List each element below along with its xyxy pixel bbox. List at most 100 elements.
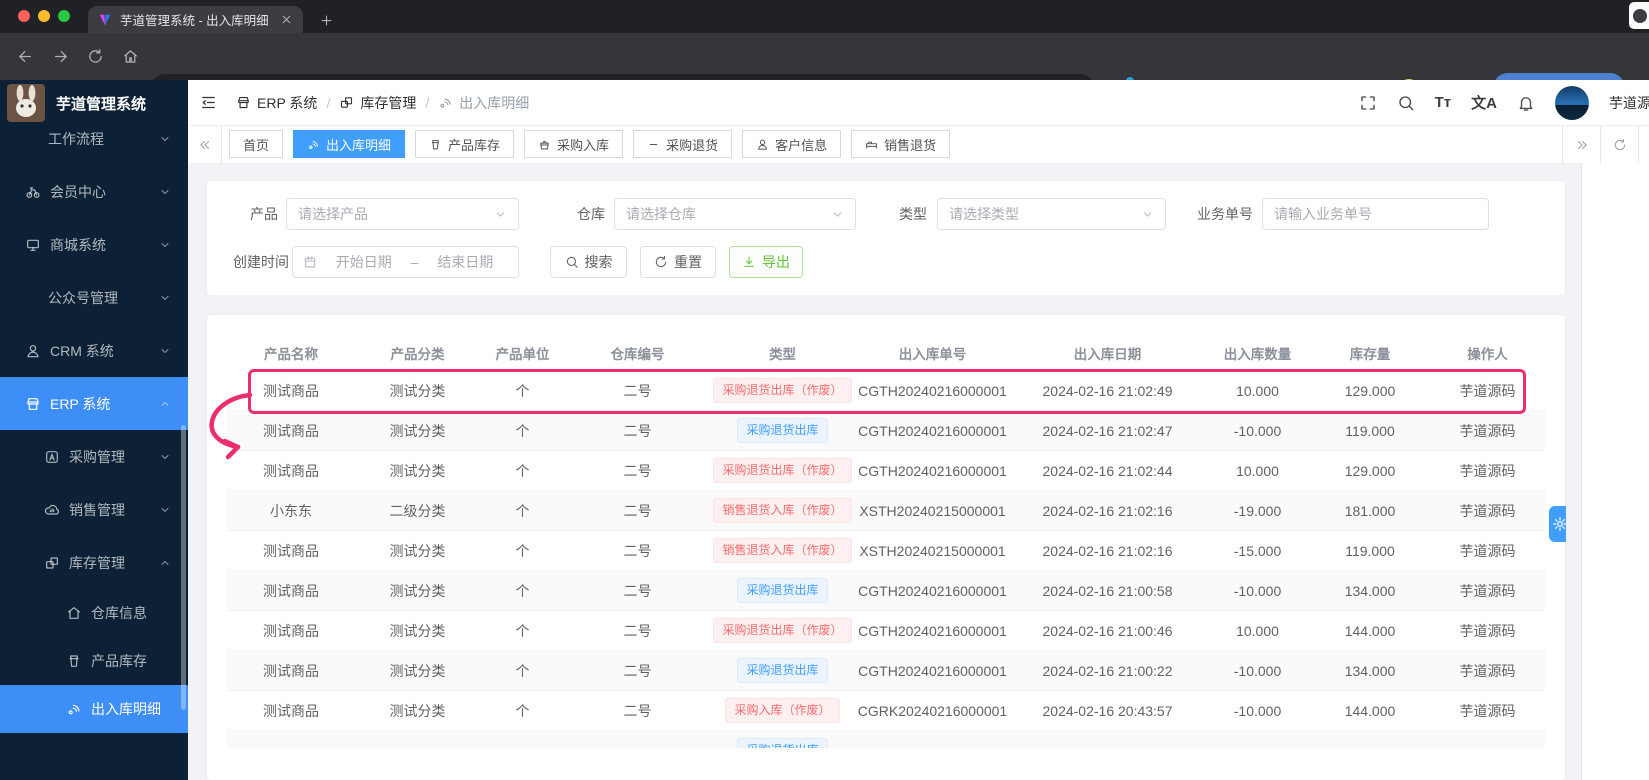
tab-sales-return[interactable]: 销售退货 xyxy=(851,130,951,158)
chevron-down-icon xyxy=(159,186,171,198)
tab-stock-record[interactable]: 出入库明细 xyxy=(293,130,406,158)
tags-refresh-button[interactable] xyxy=(1600,126,1638,163)
table-row: 测试商品 测试分类 个 二号 采购退货出库 CGTH20240216000001 2024-… xyxy=(227,651,1545,691)
chevron-down-icon xyxy=(159,239,171,251)
cell-warehouse: 二号 xyxy=(623,702,652,719)
cell-date: 2024-02-16 21:00:46 xyxy=(1042,622,1173,639)
warehouse-select[interactable]: 请选择仓库 xyxy=(614,198,856,230)
minus-icon xyxy=(647,138,660,151)
column-header: 操作人 xyxy=(1467,347,1508,362)
filter-card: 产品 请选择产品 仓库 请选择仓库 类型 请选择类型 业务单号 请输入业务单号 … xyxy=(207,181,1565,295)
bizno-input[interactable]: 请输入业务单号 xyxy=(1262,198,1489,230)
date-range-input[interactable]: 开始日期 – 结束日期 xyxy=(292,246,519,278)
cell-operator: 芋道源码 xyxy=(1459,582,1516,599)
sidebar-item-crm-system[interactable]: CRM 系统 xyxy=(0,324,188,377)
breadcrumb-stock[interactable]: 库存管理 xyxy=(339,93,416,113)
tab-purchase-return[interactable]: 采购退货 xyxy=(633,130,733,158)
cell-type: 采购退货出库（作废） xyxy=(710,458,855,483)
sidebar-item-sales-manage[interactable]: 销售管理 xyxy=(0,483,188,536)
sidebar-item-warehouse-info[interactable]: 仓库信息 xyxy=(0,589,188,637)
cell-unit: 个 xyxy=(515,662,530,679)
cell-date: 2024-02-16 21:00:58 xyxy=(1042,582,1173,599)
cell-stock: 129.000 xyxy=(1344,382,1396,399)
tab-label: 首页 xyxy=(243,137,270,153)
back-button[interactable] xyxy=(10,42,40,72)
breadcrumb-erp[interactable]: ERP 系统 xyxy=(236,93,317,113)
tab-home[interactable]: 首页 xyxy=(229,130,284,158)
new-tab-button[interactable] xyxy=(315,9,337,31)
table-row: 测试商品 测试分类 个 二号 采购退货出库 CGTH20240216000001 2024-… xyxy=(227,571,1545,611)
sidebar-scrollbar[interactable] xyxy=(181,425,186,710)
tags-scroll-right-button[interactable] xyxy=(1562,126,1600,163)
tags-scroll-left-button[interactable] xyxy=(188,126,222,163)
user-avatar[interactable] xyxy=(1555,85,1589,120)
app-frame: 芋道管理系统 工作流程 会员中心 商城系统 公众号管理 CRM 系统 ERP 系统 采购管理… xyxy=(0,80,1649,780)
notification-bell-icon[interactable] xyxy=(1517,94,1535,112)
tab-customer-info[interactable]: 客户信息 xyxy=(742,130,842,158)
cell-stock: 134.000 xyxy=(1344,582,1396,599)
product-select[interactable]: 请选择产品 xyxy=(286,198,519,230)
type-select[interactable]: 请选择类型 xyxy=(937,198,1166,230)
double-chevron-right-icon xyxy=(1575,138,1589,152)
column-header: 仓库编号 xyxy=(610,347,665,362)
tags-list: 首页 出入库明细 产品库存 采购入库 采购退货 客户信息 销售退货 xyxy=(229,130,951,158)
sidebar-item-purchase-manage[interactable]: 采购管理 xyxy=(0,430,188,483)
cell-warehouse: 二号 xyxy=(623,382,652,399)
sidebar-item-label: 销售管理 xyxy=(69,501,125,518)
cell-qty: -15.000 xyxy=(1233,542,1282,559)
reset-button[interactable]: 重置 xyxy=(640,246,716,278)
cell-category: 测试分类 xyxy=(389,702,446,719)
member-icon xyxy=(25,184,41,200)
browser-tab[interactable]: 芋道管理系统 - 出入库明细 xyxy=(88,6,303,33)
sidebar-item-product-stock[interactable]: 产品库存 xyxy=(0,637,188,685)
cell-date: 2024-02-16 21:02:16 xyxy=(1042,502,1173,519)
tags-menu-button[interactable] xyxy=(1638,126,1649,163)
cell-stock: 144.000 xyxy=(1344,702,1396,719)
table-row: 测试商品 测试分类 个 二号 采购入库（作废） CGRK20240216000001 202… xyxy=(227,691,1545,731)
home-button[interactable] xyxy=(115,42,145,72)
sidebar-item-erp-system[interactable]: ERP 系统 xyxy=(0,377,188,430)
cell-date: 2024-02-16 21:02:16 xyxy=(1042,542,1173,559)
sidebar-item-mall-system[interactable]: 商城系统 xyxy=(0,218,188,271)
theme-settings-button[interactable] xyxy=(1549,506,1566,542)
close-tab-icon[interactable] xyxy=(280,13,293,26)
chevron-down-icon xyxy=(159,292,171,304)
signal-icon xyxy=(438,95,453,110)
cell-product: 测试商品 xyxy=(263,702,319,719)
collapse-sidebar-button[interactable] xyxy=(188,94,228,111)
column-header: 出入库日期 xyxy=(1073,347,1142,362)
cell-operator: 芋道源码 xyxy=(1459,622,1516,639)
zoom-window-button[interactable] xyxy=(58,10,70,22)
table-row: 采购退货出库 xyxy=(227,731,1545,748)
username[interactable]: 芋道源码 xyxy=(1609,93,1649,113)
bizno-filter-label: 业务单号 xyxy=(1197,206,1253,222)
tab-product-stock[interactable]: 产品库存 xyxy=(415,130,515,158)
export-button[interactable]: 导出 xyxy=(729,246,803,278)
sidebar-item-workflow[interactable]: 工作流程 xyxy=(0,126,188,165)
search-icon[interactable] xyxy=(1397,94,1415,112)
collapse-icon xyxy=(200,94,217,111)
fullscreen-icon[interactable] xyxy=(1359,94,1377,112)
header-actions: Tᴛ 文A 芋道源码 xyxy=(1359,85,1649,120)
font-size-icon[interactable]: Tᴛ xyxy=(1435,94,1452,111)
sidebar-item-stock-record[interactable]: 出入库明细 xyxy=(0,685,188,733)
sidebar-item-mp-manage[interactable]: 公众号管理 xyxy=(0,271,188,324)
minimize-window-button[interactable] xyxy=(38,10,50,22)
language-icon[interactable]: 文A xyxy=(1471,92,1497,113)
cell-no: XSTH20240215000001 xyxy=(859,502,1006,519)
cell-date: 2024-02-16 21:02:47 xyxy=(1042,422,1173,439)
logo-row[interactable]: 芋道管理系统 xyxy=(0,80,188,126)
search-button[interactable]: 搜索 xyxy=(550,246,627,278)
sidebar-item-stock-manage[interactable]: 库存管理 xyxy=(0,536,188,589)
tab-purchase-in[interactable]: 采购入库 xyxy=(524,130,624,158)
cell-no: CGTH20240216000001 xyxy=(858,422,1007,439)
reload-button[interactable] xyxy=(80,42,110,72)
close-window-button[interactable] xyxy=(18,10,30,22)
record-icon xyxy=(66,701,82,717)
storefront-icon xyxy=(236,95,251,110)
right-white-band xyxy=(1581,163,1649,780)
forward-button[interactable] xyxy=(45,42,75,72)
type-badge: 采购退货出库 xyxy=(737,658,828,683)
sidebar-item-member-center[interactable]: 会员中心 xyxy=(0,165,188,218)
tags-bar: 首页 出入库明细 产品库存 采购入库 采购退货 客户信息 销售退货 xyxy=(188,126,1649,163)
